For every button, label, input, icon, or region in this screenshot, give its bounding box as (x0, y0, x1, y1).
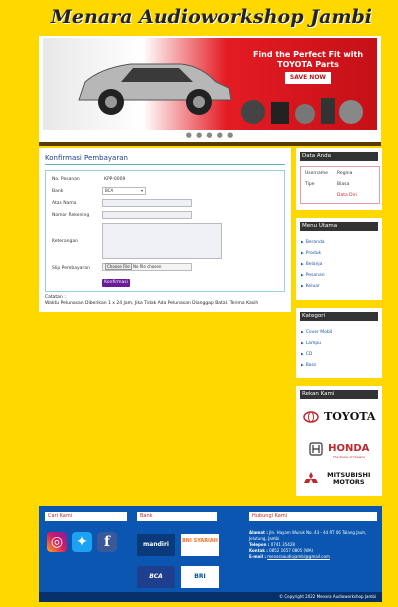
toyota-emblem-icon (302, 410, 319, 423)
choose-file-button[interactable]: Choose File (105, 263, 132, 270)
category-item-bass[interactable]: Bass (301, 363, 317, 368)
account-number-label: Nomor Rekening (52, 213, 90, 218)
save-now-button[interactable]: SAVE NOW (284, 72, 332, 84)
chevron-down-icon: ▾ (140, 188, 143, 193)
email-row: E-mail : menaraaudiojambi@gmail.com (249, 554, 377, 560)
contact-heading: Hubungi Kami (249, 512, 377, 521)
mitsubishi-logo: MITSUBISHI MOTORS (296, 468, 382, 487)
contact-label: Kontak : (249, 548, 268, 553)
contact-value: 0852 1657 0805 (WA) (269, 548, 314, 553)
menu-item-beranda[interactable]: Beranda (301, 240, 325, 245)
parts-icon (241, 98, 363, 124)
instagram-icon[interactable]: ◎ (47, 532, 67, 552)
car-icon (78, 63, 232, 115)
bank-bri: BRI (181, 566, 219, 588)
heading-divider (45, 164, 285, 165)
bank-heading: Bank (137, 512, 217, 521)
copyright-bar: © Copyright 2022 Menara Audioworkshop Ja… (39, 592, 382, 602)
address-row: Alamat : Jln. Hayam Wuruk No. 43 - 44 RT… (249, 530, 377, 542)
category-heading: Kategori (300, 312, 378, 321)
menu-item-keluar[interactable]: Keluar (301, 284, 320, 289)
category-item-cd[interactable]: CD (301, 352, 313, 357)
honda-emblem-icon (308, 441, 323, 456)
account-heading: Data Anda (300, 152, 378, 161)
email-label: E-mail : (249, 554, 266, 559)
note-textarea[interactable] (102, 223, 222, 259)
menu-item-pesanan[interactable]: Pesanan (301, 273, 325, 278)
email-link[interactable]: menaraaudiojambi@gmail.com (267, 554, 330, 559)
toyota-logo: TOYOTA (296, 406, 382, 425)
account-panel: Data Anda Username Regina Tipe Biasa Dat… (296, 148, 382, 210)
confirm-button[interactable]: Konfirmasi (102, 279, 130, 287)
username-label: Username (305, 171, 328, 176)
confirm-form: No. Pesanan KPP-0009 Bank BCA ▾ Atas Nama… (45, 170, 285, 292)
twitter-icon[interactable]: ✦ (72, 532, 92, 552)
bank-label: Bank (52, 189, 64, 194)
toyota-label: TOYOTA (324, 410, 376, 423)
file-status: No file chosen (133, 264, 162, 269)
banner-text: Find the Perfect Fit with TOYOTA Parts S… (243, 50, 373, 84)
username-value: Regina (337, 171, 353, 176)
bank-bca: BCA (137, 566, 175, 588)
honda-tagline: The Power of Dreams (332, 455, 366, 459)
promo-banner[interactable]: Find the Perfect Fit with TOYOTA Parts S… (39, 36, 381, 146)
category-item-cover-mobil[interactable]: Cover Mobil (301, 330, 333, 335)
note-text: Waktu Pelunasan Diberikan 1 x 24 Jam, Ji… (45, 301, 259, 306)
main-menu-panel: Menu Utama Beranda Produk Belanja Pesana… (296, 218, 382, 300)
banner-image: Find the Perfect Fit with TOYOTA Parts S… (43, 38, 377, 130)
account-name-input[interactable] (102, 199, 192, 207)
site-title: Menara Audioworkshop Jambi (50, 6, 372, 28)
honda-label: HONDA (328, 443, 370, 454)
address-label: Alamat : (249, 530, 268, 535)
account-name-label: Atas Nama (52, 201, 77, 206)
bank-mandiri: mandiri (137, 534, 175, 556)
menu-item-belanja[interactable]: Belanja (301, 262, 323, 267)
confirm-panel: Konfirmasi Pembayaran No. Pesanan KPP-00… (39, 148, 291, 312)
phone-value: 0741 35428 (270, 542, 295, 547)
phone-label: Telepon : (249, 542, 270, 547)
find-us-heading: Cari Kami (45, 512, 127, 521)
account-number-input[interactable] (102, 211, 192, 219)
order-no-value: KPP-0009 (104, 177, 126, 182)
category-item-lampu[interactable]: Lampu (301, 341, 321, 346)
banner-headline: Find the Perfect Fit with (252, 50, 364, 59)
banner-brand: TOYOTA Parts (277, 60, 339, 69)
facebook-icon[interactable]: f (97, 532, 117, 552)
partners-panel: Rekan Kami TOYOTA HONDA The Power of Dre… (296, 386, 382, 496)
category-panel: Kategori Cover Mobil Lampu CD Bass (296, 308, 382, 378)
edit-profile-link[interactable]: Data Diri (337, 193, 357, 198)
order-no-label: No. Pesanan (52, 177, 80, 182)
site-footer: Cari Kami Bank Hubungi Kami ◎ ✦ f mandir… (39, 506, 382, 602)
partners-heading: Rekan Kami (300, 390, 378, 399)
note-label: Keterangan (52, 239, 78, 244)
receipt-label: Slip Pembayaran (52, 266, 90, 271)
type-value: Biasa (337, 182, 350, 187)
payment-note: Catatan : Waktu Pelunasan Diberikan 1 x … (45, 295, 258, 307)
honda-logo: HONDA The Power of Dreams (296, 438, 382, 459)
receipt-file-input[interactable]: Choose File No file chosen (102, 263, 192, 271)
contact-info: Alamat : Jln. Hayam Wuruk No. 43 - 44 RT… (249, 530, 377, 560)
mitsubishi-label: MITSUBISHI MOTORS (327, 470, 371, 486)
menu-item-produk[interactable]: Produk (301, 251, 321, 256)
account-box: Username Regina Tipe Biasa Data Diri (300, 166, 380, 204)
main-menu-heading: Menu Utama (300, 222, 378, 231)
carousel-dots[interactable]: ● ● ● ● ● (39, 131, 381, 139)
mitsubishi-emblem-icon (304, 471, 319, 483)
bank-select[interactable]: BCA ▾ (102, 187, 146, 195)
bank-bni-syariah: BNI SYARIAH (181, 534, 219, 556)
bank-select-value: BCA (105, 188, 114, 193)
type-label: Tipe (305, 182, 315, 187)
confirm-heading: Konfirmasi Pembayaran (45, 154, 128, 162)
